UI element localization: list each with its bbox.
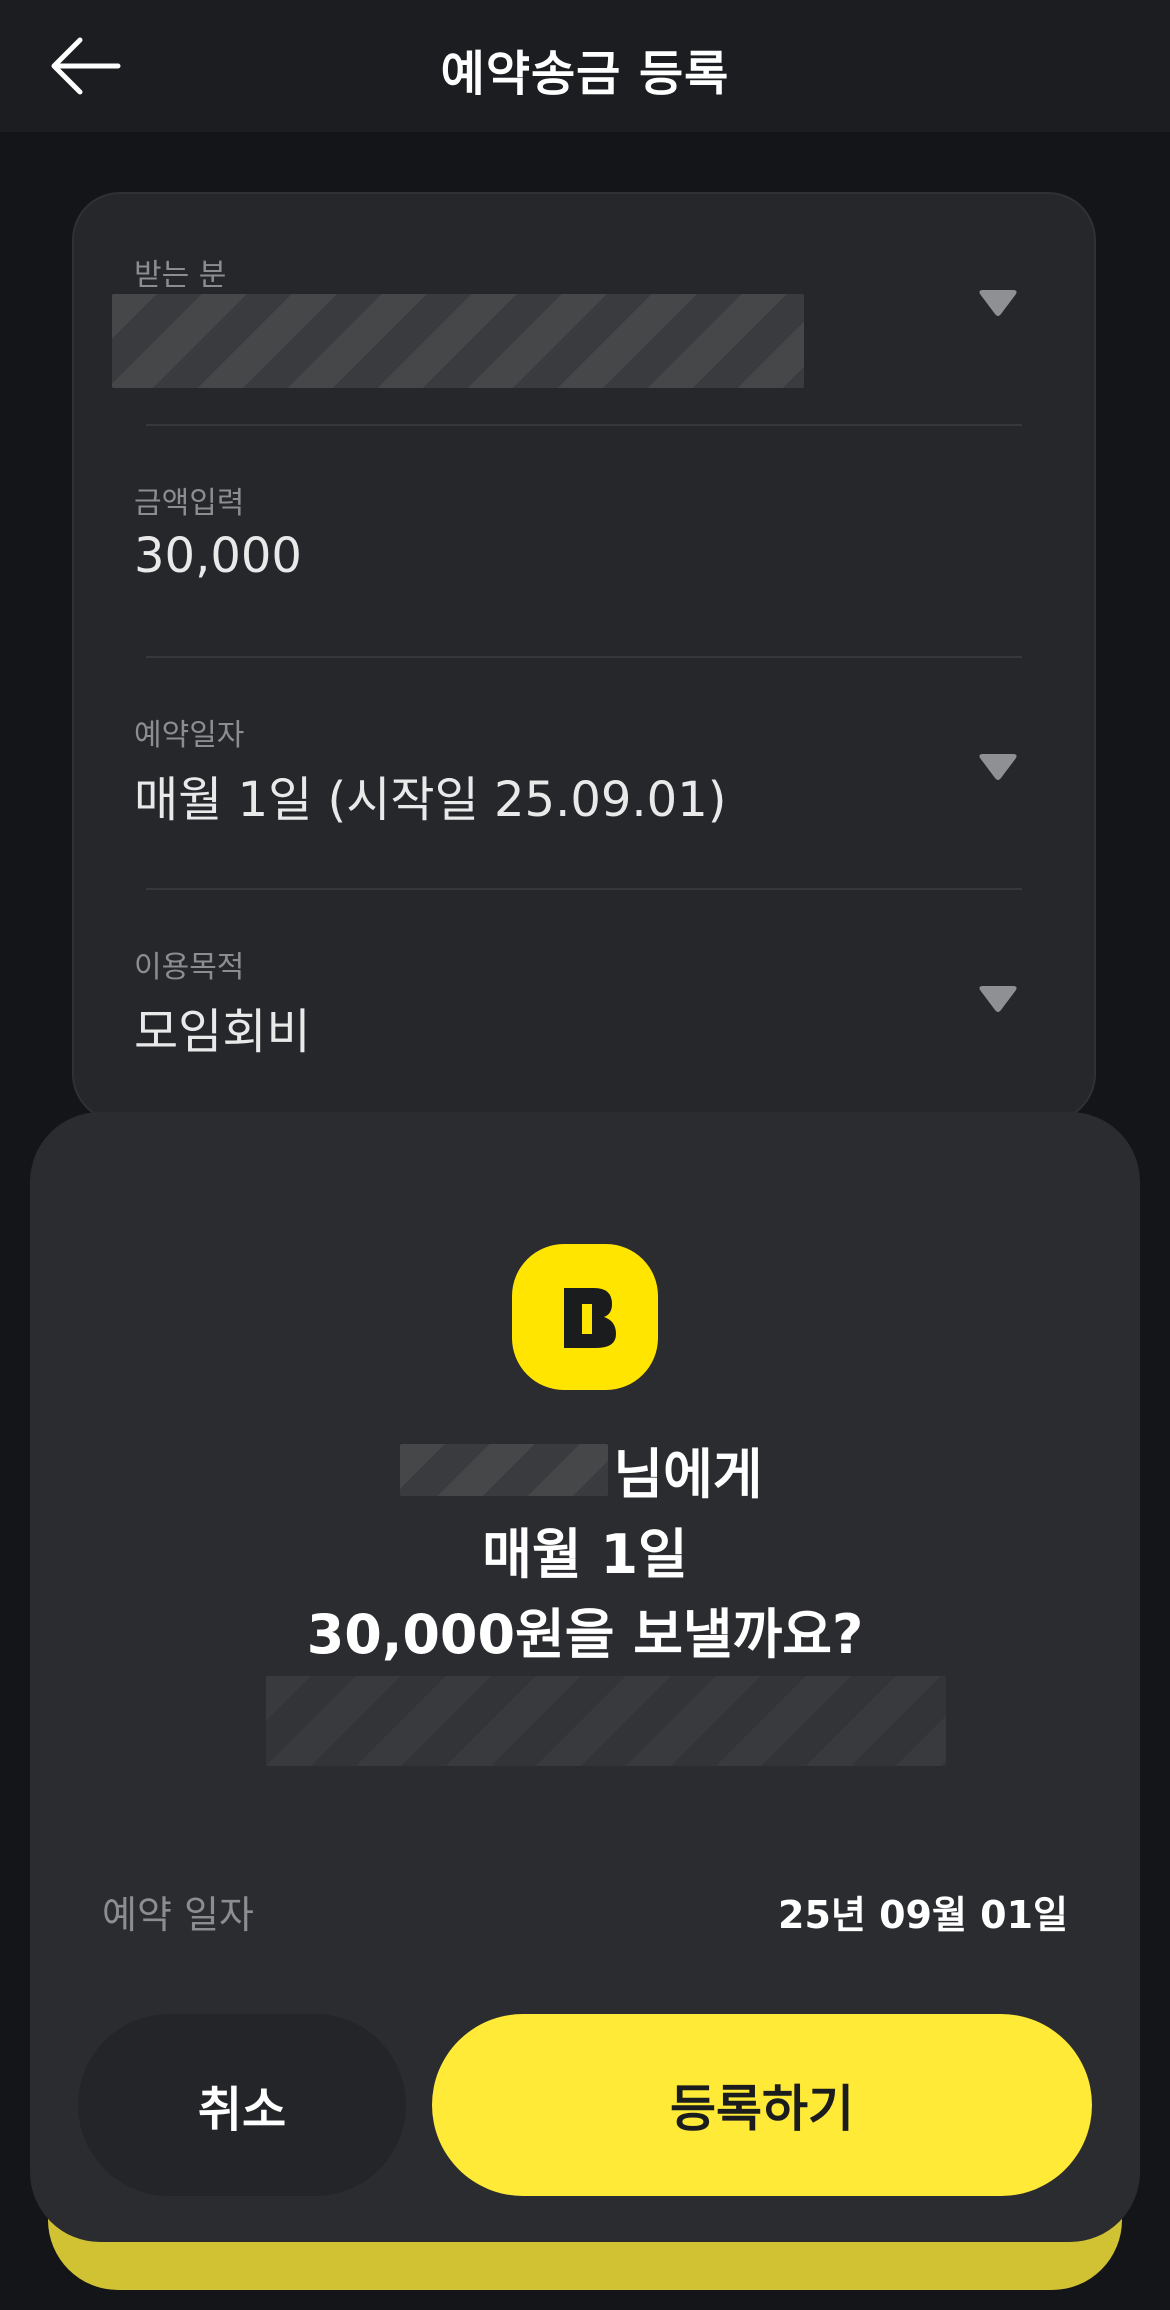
recipient-value-redacted [112, 294, 804, 388]
page-title: 예약송금 등록 [440, 46, 730, 102]
date-value: 매월 1일 (시작일 25.09.01) [134, 772, 727, 828]
purpose-value: 모임회비 [134, 1004, 311, 1060]
bank-b-logo-icon [564, 1288, 616, 1348]
confirm-schedule: 매월 1일 [482, 1523, 688, 1586]
purpose-label: 이용목적 [134, 950, 245, 985]
amount-field[interactable]: 금액입력 30,000 [74, 426, 1094, 658]
date-field[interactable]: 예약일자 매월 1일 (시작일 25.09.01) [74, 658, 1094, 890]
cancel-button[interactable]: 취소 [78, 2014, 406, 2196]
amount-label: 금액입력 [134, 486, 245, 521]
top-app-bar: 예약송금 등록 [0, 0, 1170, 132]
account-info-redacted [266, 1676, 946, 1766]
chevron-down-icon[interactable] [978, 754, 1018, 782]
confirm-amount: 30,000원을 보낼까요? [306, 1603, 864, 1666]
confirm-bottom-sheet: 님에게 매월 1일 30,000원을 보낼까요? 예약 일자 25년 09월 0… [30, 1112, 1140, 2242]
transfer-form-card: 받는 분 금액입력 30,000 예약일자 매월 1일 (시작일 25.09.0… [72, 192, 1096, 1122]
confirm-recipient-suffix: 님에게 [613, 1443, 763, 1506]
recipient-field[interactable]: 받는 분 [74, 194, 1094, 426]
date-label: 예약일자 [134, 718, 245, 753]
bank-logo [512, 1244, 658, 1390]
amount-value: 30,000 [134, 528, 302, 584]
register-button[interactable]: 등록하기 [432, 2014, 1092, 2196]
chevron-down-icon[interactable] [978, 986, 1018, 1014]
schedule-date-label: 예약 일자 [102, 1893, 254, 1937]
recipient-label: 받는 분 [134, 258, 227, 293]
purpose-field[interactable]: 이용목적 모임회비 [74, 890, 1094, 1122]
schedule-date-value: 25년 09월 01일 [778, 1893, 1068, 1937]
chevron-down-icon[interactable] [978, 290, 1018, 318]
